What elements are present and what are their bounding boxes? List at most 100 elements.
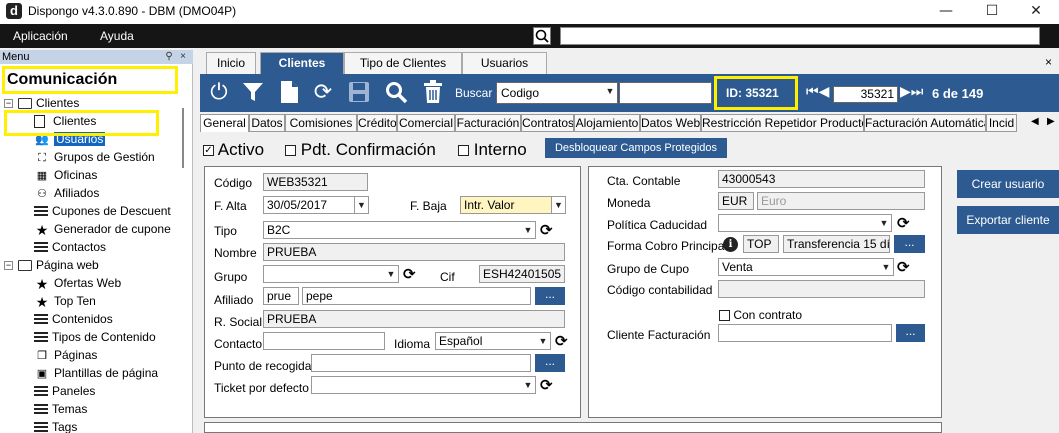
punto-recogida-lookup-button[interactable]: ...: [535, 354, 565, 372]
exportar-cliente-button[interactable]: Exportar cliente: [957, 206, 1059, 234]
tree-item[interactable]: Tipos de Contenido: [4, 328, 182, 346]
tree-item[interactable]: ❐ Páginas: [4, 346, 182, 364]
filter-icon[interactable]: [240, 80, 266, 106]
refresh-icon[interactable]: ⟳: [403, 265, 416, 283]
punto-recogida-field[interactable]: [311, 354, 531, 372]
new-document-icon[interactable]: [276, 80, 302, 106]
menu-aplicacion[interactable]: Aplicación: [13, 29, 68, 43]
tree-item[interactable]: ▦ Oficinas: [4, 166, 182, 184]
politica-caducidad-select[interactable]: ▼: [718, 214, 892, 232]
delete-icon[interactable]: [420, 80, 446, 106]
tree-item[interactable]: Tags: [4, 418, 182, 433]
tab-inicio[interactable]: Inicio: [206, 52, 256, 74]
subtab-item[interactable]: Restricción Repetidor Producto: [701, 114, 864, 132]
tree-item[interactable]: Cupones de Descuent: [4, 202, 182, 220]
cta-contable-field[interactable]: 43000543: [718, 170, 925, 188]
interno-flag[interactable]: Interno: [458, 140, 527, 160]
save-icon[interactable]: [346, 80, 372, 106]
forma-cobro-lookup-button[interactable]: ...: [894, 235, 925, 253]
idioma-select[interactable]: Español ▼: [435, 332, 551, 350]
refresh-icon[interactable]: ⟳: [540, 376, 553, 394]
tipo-select[interactable]: B2C ▼: [263, 221, 536, 239]
minimize-button[interactable]: —: [923, 0, 969, 24]
afiliado-lookup-button[interactable]: ...: [535, 287, 565, 305]
refresh-icon[interactable]: ⟳: [540, 221, 553, 239]
refresh-icon[interactable]: ⟳: [897, 258, 910, 276]
tab-usuarios[interactable]: Usuarios: [462, 52, 547, 74]
subtab-item[interactable]: Comisiones: [285, 114, 357, 132]
menu-ayuda[interactable]: Ayuda: [100, 29, 134, 43]
maximize-button[interactable]: ☐: [969, 0, 1015, 24]
power-icon[interactable]: ⏻: [206, 80, 232, 106]
subtab-item[interactable]: Facturación Automática: [864, 114, 986, 132]
cliente-facturacion-lookup-button[interactable]: ...: [896, 324, 925, 342]
search-icon[interactable]: [533, 27, 551, 45]
codigo-field[interactable]: WEB35321: [263, 173, 368, 191]
refresh-icon[interactable]: ⟳: [897, 214, 910, 232]
subtabs-scroll-left-icon[interactable]: ◀: [1031, 116, 1039, 127]
moneda-name-field[interactable]: Euro: [757, 192, 925, 210]
search-icon[interactable]: [383, 80, 409, 106]
buscar-field-select[interactable]: Codigo ▼: [496, 82, 618, 104]
tree-item[interactable]: Contactos: [4, 238, 182, 256]
global-search-input[interactable]: [560, 27, 1040, 45]
chevron-down-icon[interactable]: ▼: [354, 197, 368, 213]
tree-item[interactable]: − Página web: [4, 256, 182, 274]
afiliado-name-field[interactable]: pepe: [302, 287, 531, 305]
subtab-item[interactable]: Datos: [249, 114, 285, 132]
pdt-confirmacion-flag[interactable]: Pdt. Confirmación: [285, 140, 436, 160]
codigo-contabilidad-field[interactable]: [718, 280, 925, 298]
ticket-defecto-select[interactable]: ▼: [311, 376, 536, 394]
tree-item[interactable]: ⚇ Afiliados: [4, 184, 182, 202]
fecha-alta-field[interactable]: 30/05/2017 ▼: [263, 196, 369, 214]
interno-checkbox[interactable]: [458, 145, 469, 157]
afiliado-code-field[interactable]: prue: [263, 287, 299, 305]
subtab-item[interactable]: Alojamiento: [574, 114, 640, 132]
cliente-facturacion-field[interactable]: [718, 324, 892, 342]
tree-item[interactable]: ⛶ Grupos de Gestión: [4, 148, 182, 166]
tree-item[interactable]: ★ Top Ten: [4, 292, 182, 310]
fecha-baja-field[interactable]: Intr. Valor ▼: [460, 196, 566, 214]
tree-item[interactable]: ▣ Plantillas de página: [4, 364, 182, 382]
forma-cobro-code-field[interactable]: TOP: [743, 235, 779, 253]
tab-clientes[interactable]: Clientes: [260, 52, 344, 75]
moneda-code-field[interactable]: EUR: [718, 192, 754, 210]
subtab-item[interactable]: Crédito: [357, 114, 397, 132]
collapse-icon[interactable]: −: [4, 99, 13, 109]
subtab-item[interactable]: Datos Web: [640, 114, 701, 132]
close-window-button[interactable]: ✕: [1013, 0, 1059, 24]
unlock-fields-button[interactable]: Desbloquear Campos Protegidos: [545, 138, 727, 158]
subtab-item[interactable]: Incid: [986, 114, 1017, 132]
crear-usuario-button[interactable]: Crear usuario: [957, 170, 1059, 198]
nav-first-prev-icons[interactable]: ⏮◀: [806, 84, 829, 100]
info-icon[interactable]: i: [723, 237, 738, 252]
activo-flag[interactable]: ✓ Activo: [203, 140, 264, 160]
subtab-item[interactable]: Facturación: [455, 114, 521, 132]
contacto-field[interactable]: [263, 332, 385, 350]
tree-scrollbar[interactable]: [182, 108, 184, 168]
tab-tipo-de-clientes[interactable]: Tipo de Clientes: [344, 52, 462, 74]
record-number-input[interactable]: 35321: [833, 86, 898, 103]
nombre-field[interactable]: PRUEBA: [263, 243, 565, 261]
subtabs-scroll-right-icon[interactable]: ▶: [1047, 116, 1055, 127]
razon-social-field[interactable]: PRUEBA: [263, 310, 565, 328]
cif-field[interactable]: ESH42401505: [479, 265, 565, 283]
forma-cobro-name-field[interactable]: Transferencia 15 dí: [783, 235, 890, 253]
pdt-confirmacion-checkbox[interactable]: [285, 145, 296, 157]
tree-item[interactable]: Temas: [4, 400, 182, 418]
grupo-select[interactable]: ▼: [263, 265, 399, 283]
tree-item[interactable]: ★ Generador de cupone: [4, 220, 182, 238]
subtab-item[interactable]: Contratos: [521, 114, 574, 132]
pin-icon[interactable]: ⚲: [163, 51, 175, 63]
tree-item[interactable]: Paneles: [4, 382, 182, 400]
activo-checkbox[interactable]: ✓: [203, 145, 214, 157]
subtab-item[interactable]: General: [200, 114, 249, 132]
subtab-item[interactable]: Comercial: [397, 114, 455, 132]
refresh-icon[interactable]: ⟳: [310, 80, 336, 106]
buscar-input[interactable]: [619, 82, 712, 104]
chevron-down-icon[interactable]: ▼: [551, 197, 565, 213]
con-contrato-option[interactable]: Con contrato: [719, 308, 802, 322]
con-contrato-checkbox[interactable]: [719, 310, 730, 322]
collapse-icon[interactable]: −: [4, 261, 13, 271]
grupo-cupo-select[interactable]: Venta ▼: [718, 258, 894, 276]
